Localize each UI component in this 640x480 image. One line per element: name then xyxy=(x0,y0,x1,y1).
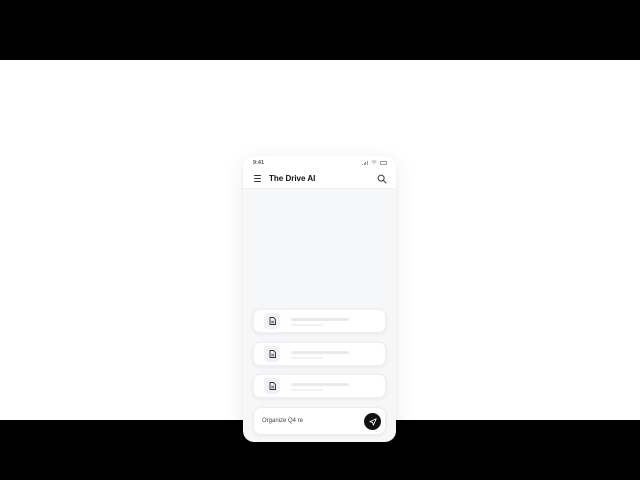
signal-icon xyxy=(362,160,368,165)
wifi-icon xyxy=(371,160,377,165)
status-time: 9:41 xyxy=(253,160,265,166)
document-icon xyxy=(264,313,280,329)
document-icon xyxy=(264,378,280,394)
file-meta-placeholder xyxy=(291,389,323,391)
send-button[interactable] xyxy=(364,413,381,430)
file-card[interactable] xyxy=(253,342,386,366)
menu-icon[interactable] xyxy=(254,175,261,182)
file-name-placeholder xyxy=(291,318,349,321)
status-bar: 9:41 xyxy=(243,156,396,170)
message-composer[interactable]: Organize Q4 re xyxy=(253,407,386,435)
send-icon xyxy=(368,417,377,426)
file-meta-placeholder xyxy=(291,357,323,359)
file-name-placeholder xyxy=(291,351,349,354)
composer-input[interactable]: Organize Q4 re xyxy=(262,418,303,424)
status-icons xyxy=(362,160,387,165)
app-bar: The Drive AI xyxy=(243,170,396,189)
file-card[interactable] xyxy=(253,309,386,333)
stage-background: 9:41 The Drive AI Organize Q4 re xyxy=(0,60,640,442)
search-icon[interactable] xyxy=(377,174,387,184)
document-icon xyxy=(264,346,280,362)
file-name-placeholder xyxy=(291,383,349,386)
battery-icon xyxy=(380,160,387,165)
file-card[interactable] xyxy=(253,374,386,398)
file-meta-placeholder xyxy=(291,324,323,326)
phone-frame: 9:41 The Drive AI Organize Q4 re xyxy=(243,156,396,442)
app-title: The Drive AI xyxy=(269,174,316,183)
